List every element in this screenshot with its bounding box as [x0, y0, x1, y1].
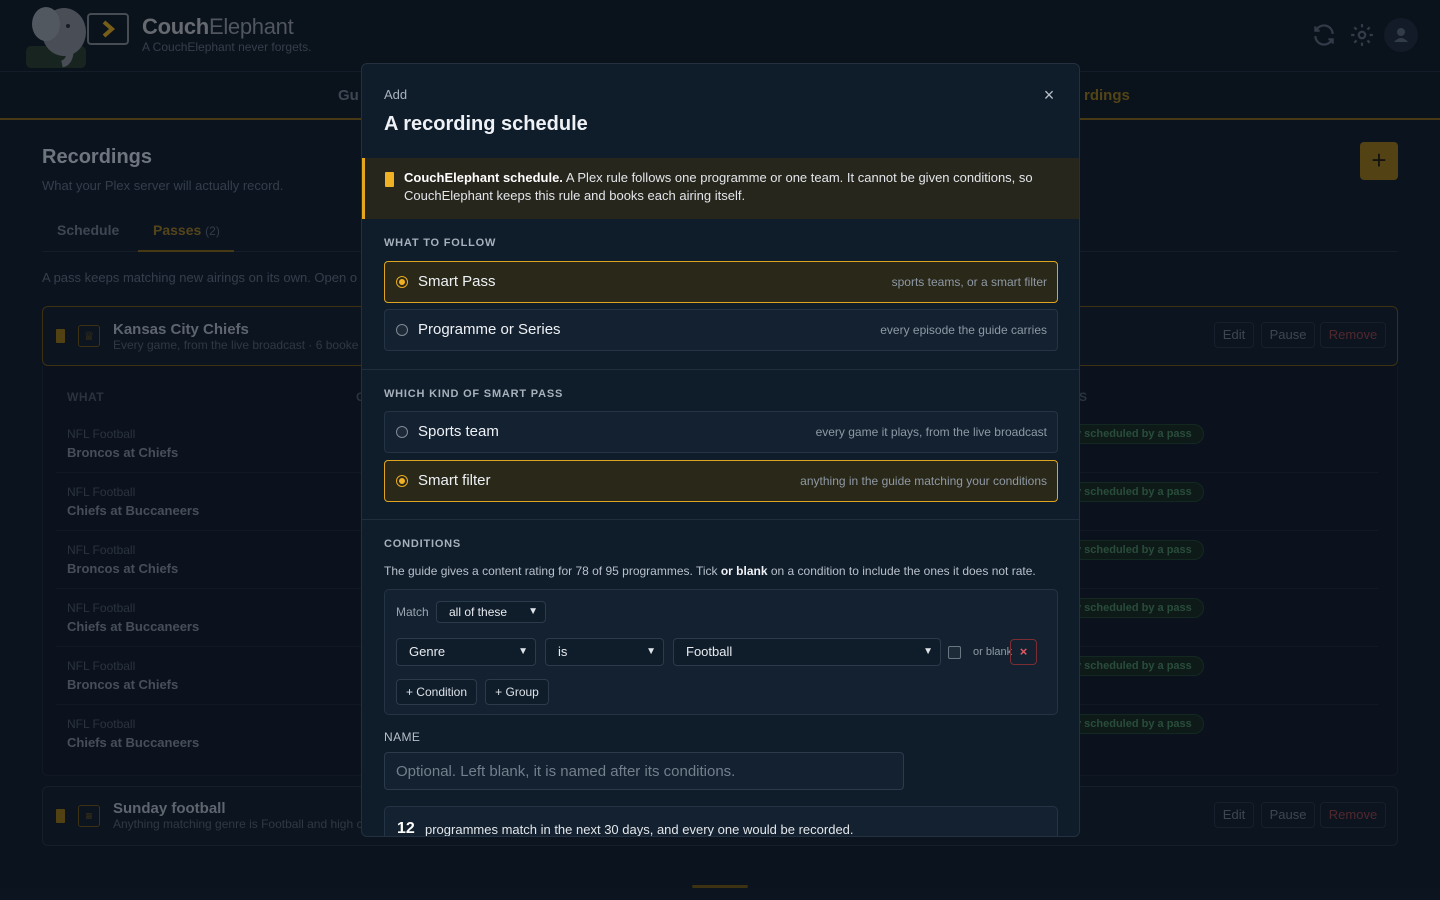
match-select[interactable]: all of these ▼ [436, 601, 546, 623]
match-label: Match [396, 605, 429, 619]
option-label: Smart Pass [418, 273, 496, 290]
add-schedule-dialog: Add A recording schedule × CouchElephant… [361, 63, 1080, 837]
option-label: Programme or Series [418, 321, 561, 338]
option-label: Smart filter [418, 472, 491, 489]
chevron-down-icon: ▼ [518, 646, 528, 657]
chevron-down-icon: ▼ [646, 646, 656, 657]
radio-button[interactable] [396, 324, 408, 336]
match-summary-text: programmes match in the next 30 days, an… [425, 822, 854, 837]
chevron-down-icon: ▼ [923, 646, 933, 657]
value-select[interactable]: Football ▼ [673, 638, 941, 666]
notice-text: CouchElephant schedule. A Plex rule foll… [404, 169, 1054, 205]
or-blank-label: or blank [973, 646, 1013, 658]
operator-select[interactable]: is ▼ [545, 638, 664, 666]
dialog-eyebrow: Add [384, 87, 408, 102]
conditions-help: The guide gives a content rating for 78 … [384, 564, 1036, 578]
chevron-down-icon: ▼ [528, 606, 538, 617]
conditions-builder: Match all of these ▼ Genre ▼ is ▼ Football ▼… [384, 589, 1058, 715]
option-sports-team[interactable]: Sports team every game it plays, from th… [384, 411, 1058, 453]
section-divider [362, 519, 1079, 520]
section-label-conditions: CONDITIONS [384, 538, 462, 550]
option-smart-filter[interactable]: Smart filter anything in the guide match… [384, 460, 1058, 502]
option-smart-pass[interactable]: Smart Pass sports teams, or a smart filt… [384, 261, 1058, 303]
radio-button[interactable] [396, 475, 408, 487]
option-programme-or-series[interactable]: Programme or Series every episode the gu… [384, 309, 1058, 351]
name-label: NAME [384, 730, 421, 744]
remove-condition-button[interactable]: × [1010, 639, 1037, 665]
option-hint: anything in the guide matching your cond… [800, 474, 1047, 488]
close-icon[interactable]: × [1038, 84, 1060, 106]
radio-button[interactable] [396, 276, 408, 288]
section-label-kind: WHICH KIND OF SMART PASS [384, 388, 564, 400]
match-count: 12 [397, 820, 415, 837]
option-hint: every episode the guide carries [880, 323, 1047, 337]
dialog-title: A recording schedule [384, 113, 588, 135]
match-summary: 12 programmes match in the next 30 days,… [384, 806, 1058, 837]
option-hint: sports teams, or a smart filter [891, 275, 1047, 289]
or-blank-checkbox[interactable] [948, 646, 961, 659]
add-condition-button[interactable]: + Condition [396, 679, 477, 705]
section-label-follow: WHAT TO FOLLOW [384, 237, 497, 249]
add-group-button[interactable]: + Group [485, 679, 549, 705]
field-select[interactable]: Genre ▼ [396, 638, 536, 666]
option-hint: every game it plays, from the live broad… [815, 425, 1047, 439]
radio-button[interactable] [396, 426, 408, 438]
name-input[interactable] [384, 752, 904, 790]
notice-flag-icon [385, 172, 394, 187]
option-label: Sports team [418, 423, 499, 440]
info-notice: CouchElephant schedule. A Plex rule foll… [362, 158, 1079, 219]
section-divider [362, 369, 1079, 370]
notice-bold: CouchElephant schedule. [404, 170, 563, 185]
